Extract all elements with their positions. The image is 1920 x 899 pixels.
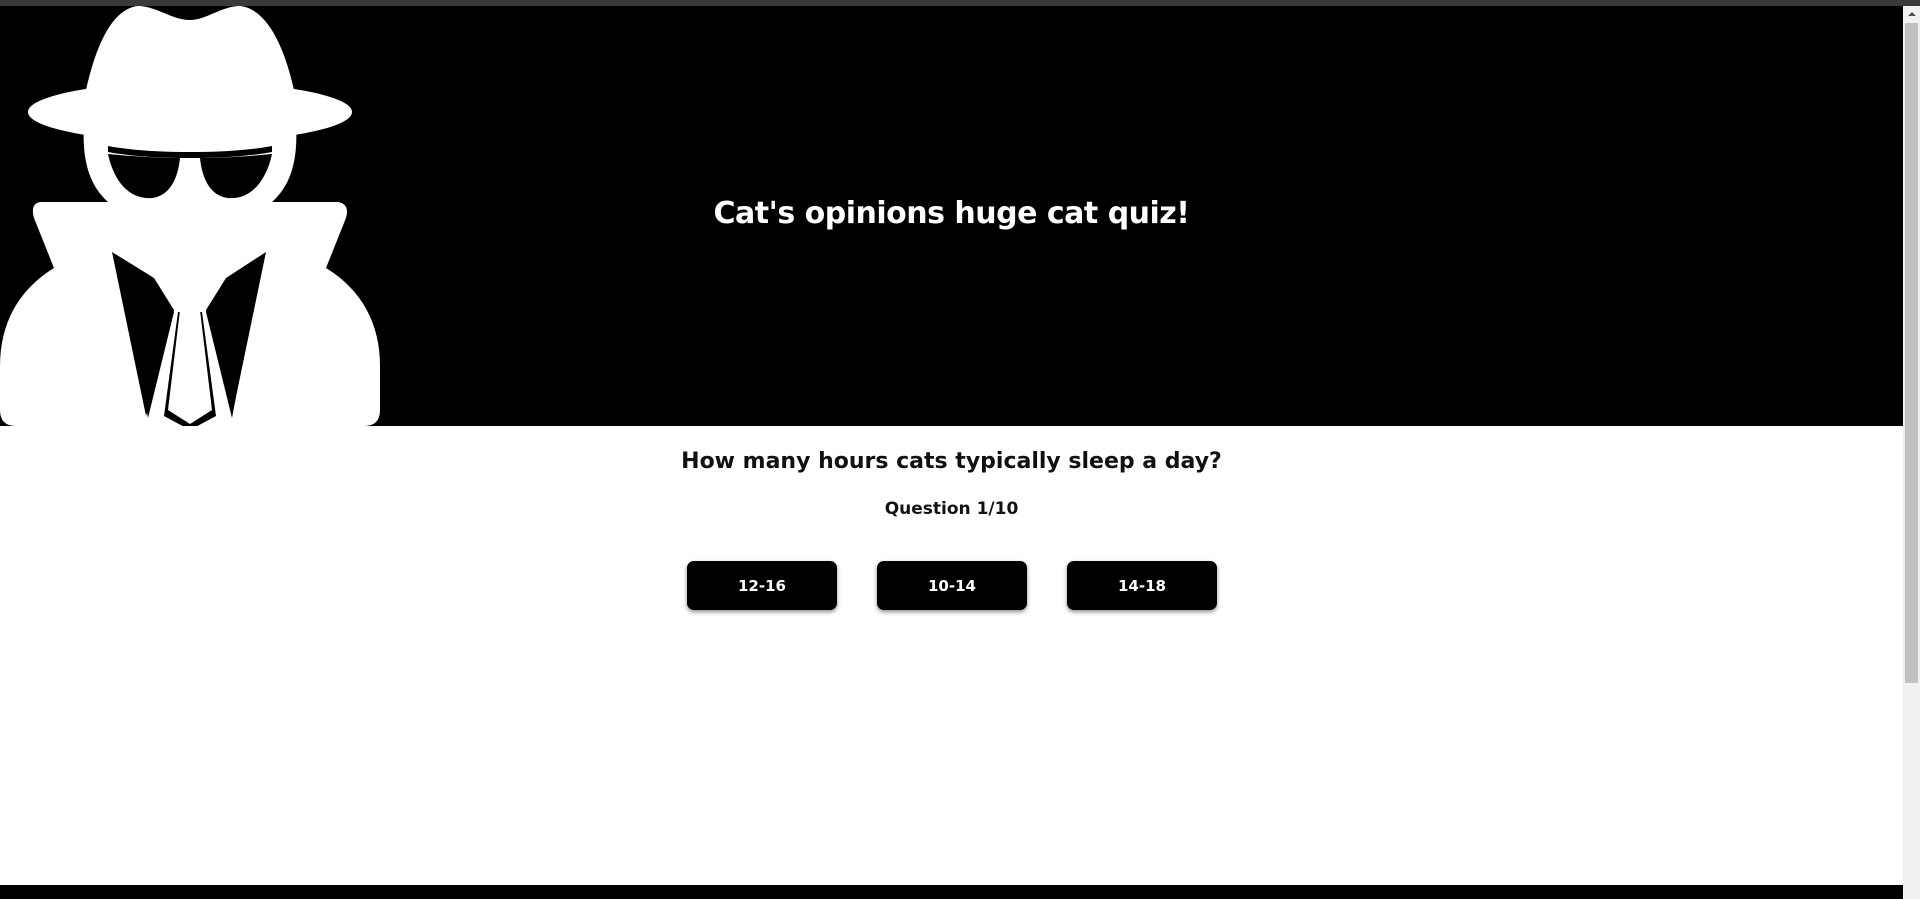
question-counter: Question 1/10: [884, 499, 1019, 519]
page-title: Cat's opinions huge cat quiz!: [713, 196, 1190, 231]
answer-options: 12-16 10-14 14-18: [687, 561, 1217, 611]
scrollbar-thumb[interactable]: [1905, 23, 1918, 683]
page: Cat's opinions huge cat quiz! How many h…: [0, 6, 1903, 899]
vertical-scrollbar[interactable]: [1903, 6, 1920, 899]
answer-button-3[interactable]: 14-18: [1067, 561, 1217, 610]
hero-header: Cat's opinions huge cat quiz!: [0, 6, 1903, 426]
footer-bar: [0, 885, 1903, 899]
question-text: How many hours cats typically sleep a da…: [681, 449, 1222, 474]
answer-button-1[interactable]: 12-16: [687, 561, 837, 610]
scroll-up-arrow-icon[interactable]: [1908, 12, 1916, 16]
answer-button-2[interactable]: 10-14: [877, 561, 1027, 610]
